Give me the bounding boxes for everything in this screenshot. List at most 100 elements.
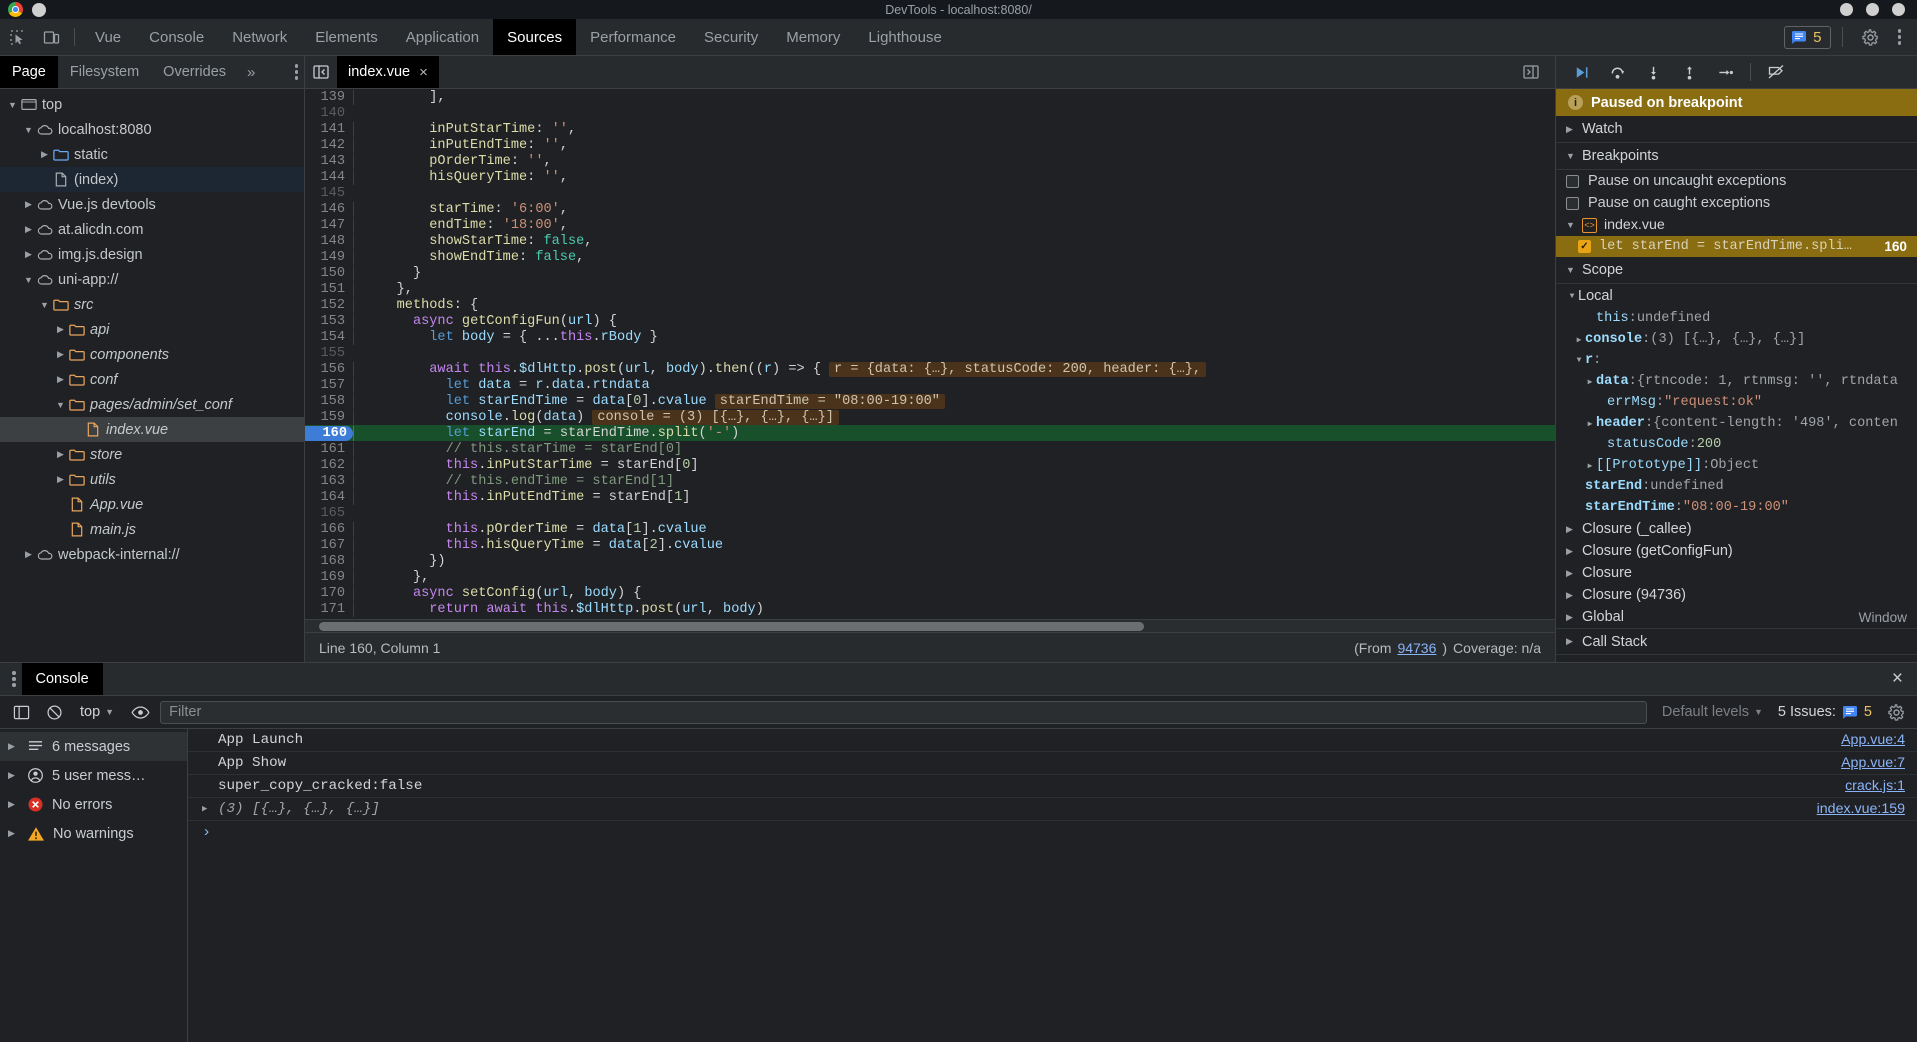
- closure-row[interactable]: ▶ Closure: [1556, 562, 1917, 584]
- tree-twisty[interactable]: ▶: [22, 549, 35, 560]
- tab-sources[interactable]: Sources: [493, 19, 577, 55]
- tree-item-uni-app[interactable]: ▼ uni-app://: [0, 267, 304, 292]
- resume-script-icon[interactable]: [1564, 58, 1598, 86]
- tree-item-vue-js-devtools[interactable]: ▶ Vue.js devtools: [0, 192, 304, 217]
- code-text[interactable]: this.inPutStarTime = starEnd[0]: [353, 457, 1555, 473]
- tree-item-index[interactable]: (index): [0, 167, 304, 192]
- step-out-icon[interactable]: [1672, 58, 1706, 86]
- expand-arrow-icon[interactable]: ▶: [1584, 419, 1596, 429]
- code-line[interactable]: 145: [305, 185, 1555, 201]
- code-line[interactable]: 159 console.log(data) console = (3) [{…},…: [305, 409, 1555, 425]
- code-line[interactable]: 155: [305, 345, 1555, 361]
- nav-tab-filesystem[interactable]: Filesystem: [58, 56, 151, 88]
- scrollbar-thumb[interactable]: [319, 621, 1144, 631]
- code-text[interactable]: },: [353, 281, 1555, 297]
- line-number[interactable]: 167: [305, 538, 353, 553]
- chevron-right-icon[interactable]: ▶: [1566, 546, 1575, 557]
- console-log-source-link[interactable]: crack.js:1: [1845, 778, 1905, 794]
- console-log-source-link[interactable]: App.vue:4: [1841, 732, 1905, 748]
- code-line[interactable]: 156 await this.$dlHttp.post(url, body).t…: [305, 361, 1555, 377]
- checkbox-checked[interactable]: ✓: [1578, 240, 1591, 253]
- code-line[interactable]: 139 ],: [305, 89, 1555, 105]
- step-icon[interactable]: [1708, 58, 1742, 86]
- pause-uncaught-exceptions-row[interactable]: Pause on uncaught exceptions: [1556, 170, 1917, 192]
- step-into-icon[interactable]: [1636, 58, 1670, 86]
- code-line[interactable]: 163 // this.endTime = starEnd[1]: [305, 473, 1555, 489]
- line-number[interactable]: 164: [305, 490, 353, 505]
- code-lines[interactable]: 139 ], 140 141 inPutStarTime: '', 142 inPut…: [305, 89, 1555, 619]
- expand-arrow-icon[interactable]: ▼: [1573, 356, 1585, 365]
- console-sidebar-item[interactable]: ▶ 6 messages: [0, 732, 187, 761]
- tree-item-app-vue[interactable]: App.vue: [0, 492, 304, 517]
- code-line[interactable]: 147 endTime: '18:00',: [305, 217, 1555, 233]
- line-number[interactable]: 147: [305, 218, 353, 233]
- nav-more-tabs-button[interactable]: »: [238, 56, 264, 88]
- console-log-source-link[interactable]: index.vue:159: [1817, 801, 1905, 817]
- code-text[interactable]: showEndTime: false,: [353, 249, 1555, 265]
- drawer-tab-console[interactable]: Console: [21, 663, 103, 695]
- line-number[interactable]: 145: [305, 186, 353, 201]
- tab-elements[interactable]: Elements: [301, 19, 392, 55]
- code-line[interactable]: 151 },: [305, 281, 1555, 297]
- tab-vue[interactable]: Vue: [81, 19, 135, 55]
- code-text[interactable]: let starEndTime = data[0].cvalue starEndT…: [353, 393, 1555, 409]
- expand-arrow-icon[interactable]: ▶: [1573, 335, 1585, 345]
- code-line[interactable]: 162 this.inPutStarTime = starEnd[0]: [305, 457, 1555, 473]
- maximize-button[interactable]: [1866, 3, 1879, 16]
- console-sidebar-item[interactable]: ▶ No warnings: [0, 819, 187, 848]
- line-number[interactable]: 140: [305, 106, 353, 121]
- scope-row[interactable]: starEndTime: "08:00-19:00": [1556, 497, 1917, 518]
- code-line[interactable]: 164 this.inPutEndTime = starEnd[1]: [305, 489, 1555, 505]
- code-text[interactable]: }): [353, 553, 1555, 569]
- chevron-right-icon[interactable]: ▶: [1566, 612, 1575, 623]
- tree-item-webpack-internal[interactable]: ▶ webpack-internal://: [0, 542, 304, 567]
- execution-context-selector[interactable]: top ▼: [74, 702, 120, 722]
- line-number[interactable]: 162: [305, 458, 353, 473]
- tree-twisty[interactable]: ▶: [54, 349, 67, 360]
- line-number[interactable]: 157: [305, 378, 353, 393]
- console-filter-input[interactable]: [160, 700, 1647, 724]
- code-text[interactable]: return await this.$dlHttp.post(url, body…: [353, 601, 1555, 617]
- nav-tab-overrides[interactable]: Overrides: [151, 56, 238, 88]
- breakpoint-item[interactable]: ✓ let starEnd = starEndTime.spli… 160: [1556, 236, 1917, 257]
- code-text[interactable]: ],: [353, 89, 1555, 105]
- scope-row[interactable]: starEnd: undefined: [1556, 476, 1917, 497]
- code-text[interactable]: endTime: '18:00',: [353, 217, 1555, 233]
- code-line[interactable]: 158 let starEndTime = data[0].cvalue star…: [305, 393, 1555, 409]
- closure-row[interactable]: ▶ Closure (_callee): [1556, 518, 1917, 540]
- closure-row[interactable]: ▶ Closure (getConfigFun): [1556, 540, 1917, 562]
- expand-arrow-icon[interactable]: ▶: [8, 799, 19, 810]
- expand-arrow-icon[interactable]: ▶: [8, 741, 19, 752]
- code-line[interactable]: 144 hisQueryTime: '',: [305, 169, 1555, 185]
- tree-item-static[interactable]: ▶ static: [0, 142, 304, 167]
- line-number[interactable]: 150: [305, 266, 353, 281]
- clear-console-icon[interactable]: [41, 700, 67, 724]
- tree-twisty[interactable]: ▶: [54, 449, 67, 460]
- chevron-right-icon[interactable]: ▶: [1566, 524, 1575, 535]
- source-script-link[interactable]: 94736: [1397, 640, 1436, 656]
- tree-twisty[interactable]: ▶: [38, 149, 51, 160]
- code-text[interactable]: pOrderTime: '',: [353, 153, 1555, 169]
- code-text[interactable]: let data = r.data.rtndata: [353, 377, 1555, 393]
- tree-item-localhost-8080[interactable]: ▼ localhost:8080: [0, 117, 304, 142]
- code-line[interactable]: 149 showEndTime: false,: [305, 249, 1555, 265]
- code-text[interactable]: methods: {: [353, 297, 1555, 313]
- line-number[interactable]: 160: [305, 425, 353, 441]
- code-text[interactable]: hisQueryTime: '',: [353, 169, 1555, 185]
- tab-memory[interactable]: Memory: [772, 19, 854, 55]
- code-line[interactable]: 141 inPutStarTime: '',: [305, 121, 1555, 137]
- close-drawer-icon[interactable]: ×: [1878, 668, 1917, 690]
- device-toolbar-icon[interactable]: [34, 19, 68, 55]
- kebab-menu-icon[interactable]: [1892, 23, 1908, 51]
- tab-console[interactable]: Console: [135, 19, 218, 55]
- tree-twisty[interactable]: ▶: [22, 224, 35, 235]
- code-line[interactable]: 143 pOrderTime: '',: [305, 153, 1555, 169]
- chevron-right-icon[interactable]: ▶: [1566, 590, 1575, 601]
- scope-row[interactable]: ▼ r:: [1556, 350, 1917, 371]
- line-number[interactable]: 142: [305, 138, 353, 153]
- code-line[interactable]: 165: [305, 505, 1555, 521]
- line-number[interactable]: 148: [305, 234, 353, 249]
- inspect-element-icon[interactable]: [0, 19, 34, 55]
- tree-twisty[interactable]: ▶: [54, 324, 67, 335]
- line-number[interactable]: 159: [305, 410, 353, 425]
